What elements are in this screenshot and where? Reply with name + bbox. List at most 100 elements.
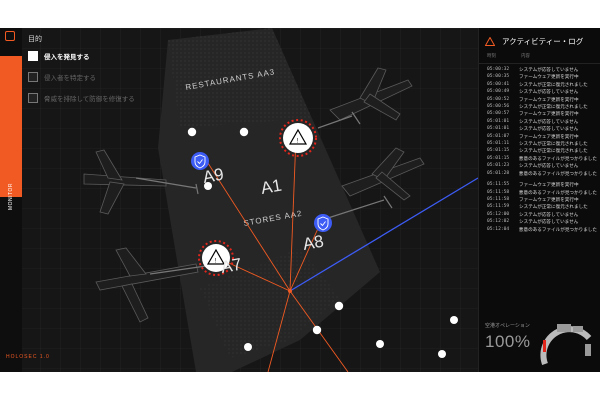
log-entry: 05:11:59 システムが正常に復元されました <box>487 203 597 210</box>
log-time: 05:01:15 <box>487 155 510 161</box>
objective-label: 脅威を排除して防御を修復する <box>44 96 135 103</box>
log-entry: 05:00:57 ファームウェア更新を実行中 <box>487 110 597 117</box>
log-time: 05:00:35 <box>487 74 510 80</box>
log-time: 05:01:07 <box>487 133 510 139</box>
log-time: 05:00:41 <box>487 81 510 87</box>
log-message: 悪意のあるファイルが見つかりました <box>518 226 597 232</box>
log-message: ファームウェア更新を実行中 <box>519 96 579 102</box>
log-entry: 05:00:32 システムが応答していません <box>487 66 597 73</box>
operations-label: 空港オペレーション <box>485 323 530 329</box>
log-message: ファームウェア更新を実行中 <box>519 111 579 117</box>
log-message: ファームウェア更新を実行中 <box>519 133 579 139</box>
log-message: システムが応答していません <box>519 163 579 169</box>
log-entry: 05:01:23 システムが応答していません <box>487 162 597 169</box>
operations-widget: 空港オペレーション 100% <box>485 322 530 352</box>
warning-triangle-icon <box>485 37 495 46</box>
column-content: 内容 <box>521 53 530 58</box>
log-time: 05:00:32 <box>487 67 510 72</box>
log-message: システムが正常に復元されました <box>519 104 588 110</box>
left-sidebar: MONITOR <box>0 28 22 372</box>
log-time: 05:00:52 <box>487 96 510 102</box>
log-message: システムが応答していません <box>519 67 579 72</box>
log-entry: 05:01:11 システムが正常に復元されました <box>487 140 597 147</box>
objectives-panel: 目的 侵入を発見する 侵入者を特定する 脅威を排除して防御を修復する <box>28 34 178 113</box>
monitor-tab-label: MONITOR <box>8 182 14 210</box>
log-entry: 05:01:01 システムが応答していません <box>487 118 597 125</box>
log-message: システムが応答していません <box>519 89 579 95</box>
objective-label: 侵入者を特定する <box>44 75 96 82</box>
log-message: 悪意のあるファイルが見つかりました <box>518 189 597 195</box>
objective-item[interactable]: 侵入を発見する <box>28 50 178 62</box>
log-entry: 05:12:02 システムが応答していません <box>487 218 597 225</box>
log-time: 05:12:00 <box>487 211 510 217</box>
log-time: 05:00:57 <box>487 111 510 117</box>
log-message: システムが応答していません <box>519 211 579 217</box>
shield-logo-icon <box>5 31 15 41</box>
log-message: 悪意のあるファイルが見つかりました <box>518 170 597 176</box>
column-time: 時刻 <box>487 53 496 58</box>
log-time: 05:12:04 <box>487 226 510 232</box>
log-time: 05:01:15 <box>487 148 510 154</box>
objective-item: 侵入者を特定する <box>28 71 178 83</box>
objective-item: 脅威を排除して防御を修復する <box>28 92 178 104</box>
gate-a1-alert-marker[interactable]: ! <box>279 119 317 157</box>
gate-label-a7: A7 <box>219 255 243 277</box>
log-entry: 05:12:00 システムが応答していません <box>487 211 597 218</box>
log-entry: 05:11:58 悪意のあるファイルが見つかりました <box>487 189 597 196</box>
log-time: 05:01:01 <box>487 126 510 132</box>
operations-value: 100% <box>485 332 531 351</box>
threat-origin <box>288 289 292 293</box>
objective-checkbox <box>28 93 38 103</box>
monitor-tab[interactable]: MONITOR <box>0 56 22 210</box>
log-entry: 05:00:49 システムが応答していません <box>487 88 597 95</box>
objective-checkbox <box>28 72 38 82</box>
log-time: 05:11:58 <box>487 189 510 195</box>
log-message: システムが正常に復元されました <box>519 141 588 147</box>
gate-label-a8: A8 <box>301 232 325 254</box>
log-entry: 05:12:04 悪意のあるファイルが見つかりました <box>487 226 597 233</box>
log-time: 05:11:59 <box>487 204 510 210</box>
log-time: 05:01:28 <box>487 170 510 176</box>
log-time: 05:01:01 <box>487 118 510 124</box>
log-entry: 05:00:52 ファームウェア更新を実行中 <box>487 96 597 103</box>
log-entry: 05:11:55 ファームウェア更新を実行中 <box>487 181 597 188</box>
log-message: システムが正常に復元されました <box>519 81 588 87</box>
log-message: ファームウェア更新を実行中 <box>519 74 579 80</box>
log-entry: 05:00:35 ファームウェア更新を実行中 <box>487 73 597 80</box>
gate-label-a1: A1 <box>259 176 283 198</box>
activity-log-columns: 時刻 内容 <box>479 53 600 64</box>
gate-label-a9: A9 <box>201 165 225 187</box>
log-entry: 05:01:15 悪意のあるファイルが見つかりました <box>487 155 597 162</box>
log-message: システムが応答していません <box>519 126 579 132</box>
activity-log-list[interactable]: 05:00:32 システムが応答していません 05:00:35 ファームウェア更新を実… <box>479 64 600 233</box>
log-message: システムが応答していません <box>519 118 579 124</box>
objective-checkbox[interactable] <box>28 51 38 61</box>
log-message: ファームウェア更新を実行中 <box>519 182 579 188</box>
log-time: 05:00:56 <box>487 104 510 110</box>
log-time: 05:00:49 <box>487 89 510 95</box>
gate-a8-secure-marker[interactable] <box>314 214 332 232</box>
objective-label: 侵入を発見する <box>44 54 90 61</box>
game-frame: RESTAURANTS AA3 STORES AA2 ! A1 A9 A8 ! … <box>0 28 600 372</box>
log-message: 悪意のあるファイルが見つかりました <box>518 155 597 161</box>
log-entry: 05:01:28 悪意のあるファイルが見つかりました <box>487 170 597 177</box>
log-message: システムが応答していません <box>519 219 579 225</box>
log-entry: 05:01:07 ファームウェア更新を実行中 <box>487 133 597 140</box>
objectives-title: 目的 <box>28 36 42 43</box>
log-message: システムが正常に復元されました <box>519 148 588 154</box>
version-text: HOLOSEC 1.0 <box>6 354 50 360</box>
log-time: 05:12:02 <box>487 219 510 225</box>
activity-log-header: アクティビティー・ログ <box>479 28 600 53</box>
log-message: システムが正常に復元されました <box>519 204 588 210</box>
activity-log-panel: アクティビティー・ログ 時刻 内容 05:00:32 システムが応答していません 0… <box>478 28 600 372</box>
log-entry: 05:01:01 システムが応答していません <box>487 125 597 132</box>
log-entry: 05:00:56 システムが正常に復元されました <box>487 103 597 110</box>
log-time: 05:11:58 <box>487 196 510 202</box>
log-entry: 05:11:58 ファームウェア更新を実行中 <box>487 196 597 203</box>
log-time: 05:01:11 <box>487 141 510 147</box>
log-time: 05:01:23 <box>487 163 510 169</box>
log-entry: 05:00:41 システムが正常に復元されました <box>487 81 597 88</box>
log-message: ファームウェア更新を実行中 <box>519 196 579 202</box>
operations-gauge <box>540 324 592 366</box>
activity-log-title: アクティビティー・ログ <box>502 37 584 46</box>
